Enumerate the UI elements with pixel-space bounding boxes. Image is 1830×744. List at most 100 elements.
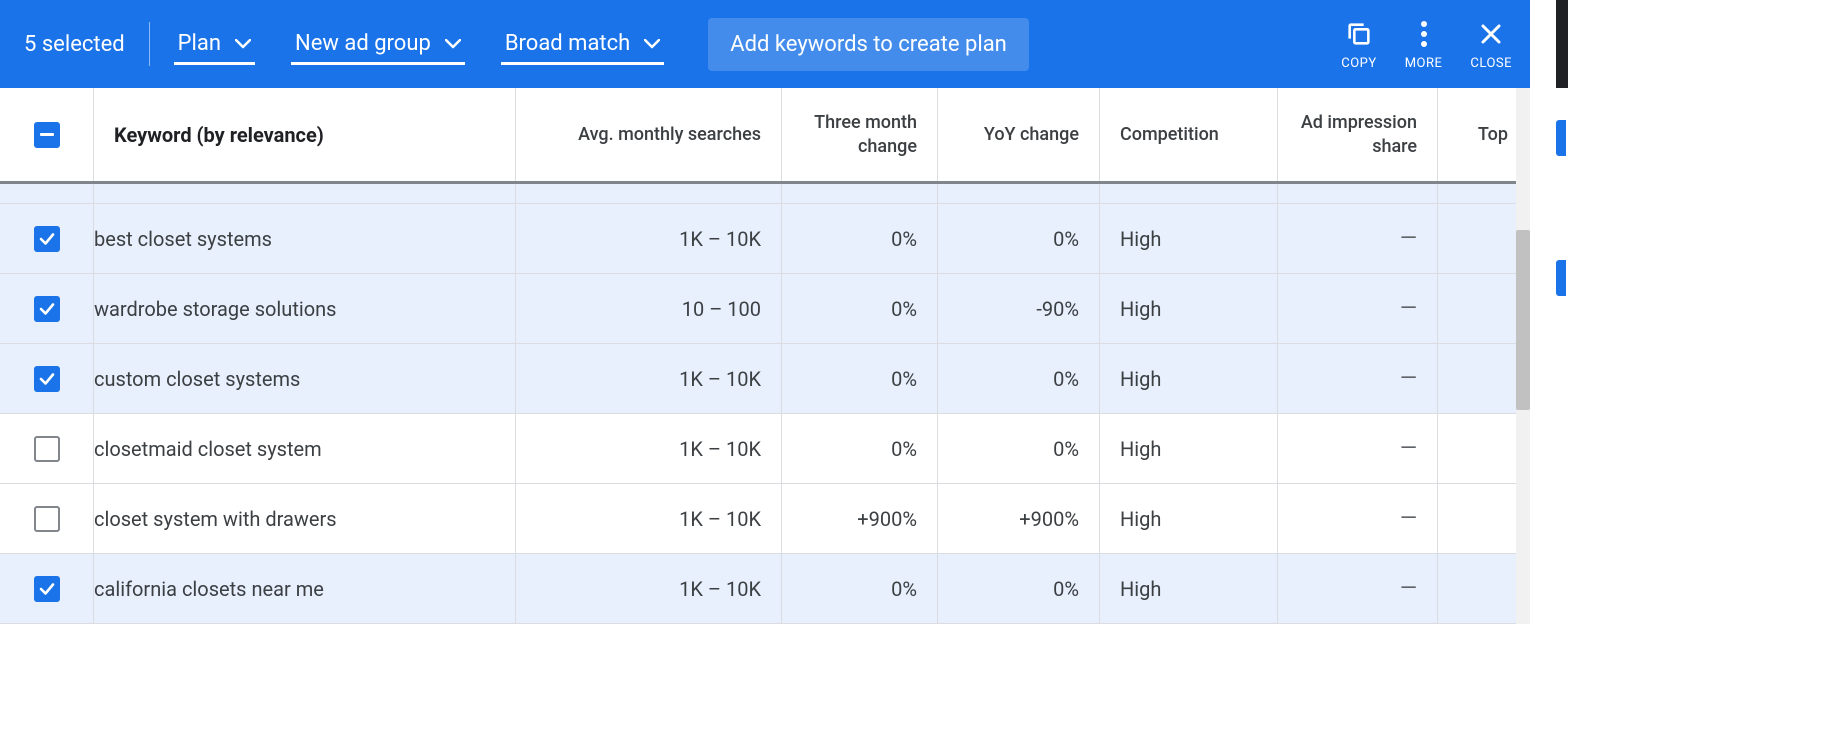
header-top-bid[interactable]: Top xyxy=(1438,88,1528,181)
cell-top-bid xyxy=(1438,484,1528,553)
row-checkbox[interactable] xyxy=(34,506,60,532)
edge-strip xyxy=(1556,0,1568,88)
row-checkbox-cell xyxy=(0,204,94,273)
cell-avg-searches: 1K – 10K xyxy=(516,554,782,623)
cell-keyword: custom closet systems xyxy=(94,344,516,413)
cell-keyword: wardrobe storage solutions xyxy=(94,274,516,343)
close-label: CLOSE xyxy=(1470,56,1512,71)
copy-icon xyxy=(1343,18,1375,50)
keyword-planner-panel: 5 selected Plan New ad group Broad match… xyxy=(0,0,1530,624)
header-avg-searches[interactable]: Avg. monthly searches xyxy=(516,88,782,181)
cell-three-month-change: +900% xyxy=(782,484,938,553)
add-keywords-button[interactable]: Add keywords to create plan xyxy=(708,18,1029,71)
cell-competition: High xyxy=(1100,414,1278,483)
cell-yoy-change: 0% xyxy=(938,344,1100,413)
cell-yoy-change: 0% xyxy=(938,414,1100,483)
cell-competition: High xyxy=(1100,484,1278,553)
close-icon xyxy=(1475,18,1507,50)
table-row[interactable]: wardrobe storage solutions10 – 1000%-90%… xyxy=(0,274,1530,344)
edge-chip xyxy=(1556,120,1566,156)
more-button[interactable]: MORE xyxy=(1405,18,1443,71)
row-checkbox[interactable] xyxy=(34,366,60,392)
plan-dropdown-label: Plan xyxy=(178,31,221,56)
header-yoy-change[interactable]: YoY change xyxy=(938,88,1100,181)
ad-group-dropdown[interactable]: New ad group xyxy=(291,23,465,65)
table-row[interactable]: closet system with drawers1K – 10K+900%+… xyxy=(0,484,1530,554)
cell-avg-searches: 1K – 10K xyxy=(516,344,782,413)
select-all-checkbox[interactable] xyxy=(34,122,60,148)
cell-three-month-change: 0% xyxy=(782,204,938,273)
table-row[interactable]: custom closet systems1K – 10K0%0%High— xyxy=(0,344,1530,414)
cell-yoy-change: 0% xyxy=(938,204,1100,273)
table-row[interactable]: best closet systems1K – 10K0%0%High— xyxy=(0,204,1530,274)
selected-count: 5 selected xyxy=(24,32,149,57)
cell-three-month-change: 0% xyxy=(782,344,938,413)
scrollbar-thumb[interactable] xyxy=(1516,230,1530,410)
cell-keyword: closet system with drawers xyxy=(94,484,516,553)
cell-avg-searches: 1K – 10K xyxy=(516,414,782,483)
cell-keyword: california closets near me xyxy=(94,554,516,623)
more-label: MORE xyxy=(1405,56,1443,71)
caret-down-icon xyxy=(445,39,461,49)
edge-chip xyxy=(1556,260,1566,296)
cell-top-bid xyxy=(1438,414,1528,483)
partial-row-above xyxy=(0,184,1530,204)
match-type-dropdown[interactable]: Broad match xyxy=(501,23,664,65)
table-row[interactable]: closetmaid closet system1K – 10K0%0%High… xyxy=(0,414,1530,484)
cell-yoy-change: +900% xyxy=(938,484,1100,553)
cell-impression-share: — xyxy=(1278,554,1438,623)
row-checkbox-cell xyxy=(0,414,94,483)
row-checkbox-cell xyxy=(0,274,94,343)
cell-competition: High xyxy=(1100,204,1278,273)
ad-group-dropdown-label: New ad group xyxy=(295,31,431,56)
cell-impression-share: — xyxy=(1278,484,1438,553)
cell-three-month-change: 0% xyxy=(782,414,938,483)
header-impression-share[interactable]: Ad impression share xyxy=(1278,88,1438,181)
match-type-dropdown-label: Broad match xyxy=(505,31,630,56)
table-body: best closet systems1K – 10K0%0%High—ward… xyxy=(0,204,1530,624)
more-vert-icon xyxy=(1408,18,1440,50)
cell-keyword: best closet systems xyxy=(94,204,516,273)
plan-dropdown[interactable]: Plan xyxy=(174,23,255,65)
cell-yoy-change: 0% xyxy=(938,554,1100,623)
header-competition[interactable]: Competition xyxy=(1100,88,1278,181)
caret-down-icon xyxy=(644,39,660,49)
cell-three-month-change: 0% xyxy=(782,554,938,623)
toolbar-actions: COPY MORE CLOSE xyxy=(1341,0,1512,88)
cell-top-bid xyxy=(1438,274,1528,343)
row-checkbox[interactable] xyxy=(34,296,60,322)
cell-top-bid xyxy=(1438,344,1528,413)
cell-avg-searches: 10 – 100 xyxy=(516,274,782,343)
row-checkbox[interactable] xyxy=(34,436,60,462)
cell-impression-share: — xyxy=(1278,274,1438,343)
close-button[interactable]: CLOSE xyxy=(1470,18,1512,71)
cell-competition: High xyxy=(1100,554,1278,623)
cell-competition: High xyxy=(1100,344,1278,413)
copy-button[interactable]: COPY xyxy=(1341,18,1376,71)
cell-competition: High xyxy=(1100,274,1278,343)
row-checkbox[interactable] xyxy=(34,226,60,252)
cell-yoy-change: -90% xyxy=(938,274,1100,343)
cell-avg-searches: 1K – 10K xyxy=(516,484,782,553)
cell-impression-share: — xyxy=(1278,204,1438,273)
row-checkbox-cell xyxy=(0,554,94,623)
cell-top-bid xyxy=(1438,204,1528,273)
table-header-row: Keyword (by relevance) Avg. monthly sear… xyxy=(0,88,1530,184)
header-checkbox-cell xyxy=(0,88,94,181)
row-checkbox-cell xyxy=(0,344,94,413)
cell-top-bid xyxy=(1438,554,1528,623)
toolbar-divider xyxy=(149,22,150,66)
cell-impression-share: — xyxy=(1278,344,1438,413)
cell-keyword: closetmaid closet system xyxy=(94,414,516,483)
cell-three-month-change: 0% xyxy=(782,274,938,343)
cell-avg-searches: 1K – 10K xyxy=(516,204,782,273)
table-row[interactable]: california closets near me1K – 10K0%0%Hi… xyxy=(0,554,1530,624)
selection-toolbar: 5 selected Plan New ad group Broad match… xyxy=(0,0,1530,88)
cell-impression-share: — xyxy=(1278,414,1438,483)
row-checkbox-cell xyxy=(0,484,94,553)
caret-down-icon xyxy=(235,39,251,49)
header-keyword[interactable]: Keyword (by relevance) xyxy=(94,88,516,181)
header-three-month-change[interactable]: Three month change xyxy=(782,88,938,181)
row-checkbox[interactable] xyxy=(34,576,60,602)
copy-label: COPY xyxy=(1341,56,1376,71)
